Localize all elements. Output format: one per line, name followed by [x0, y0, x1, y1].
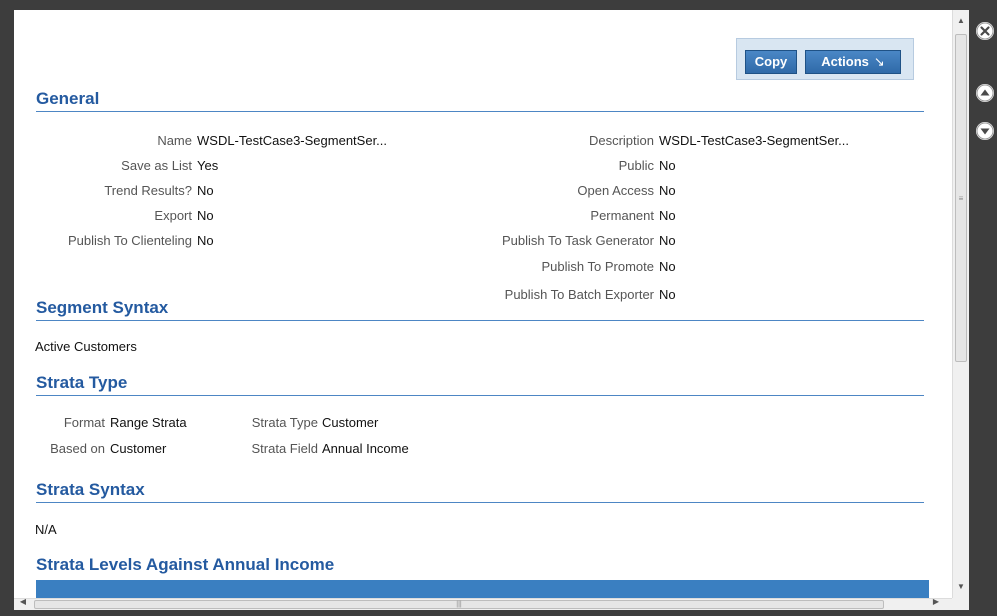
scroll-right-arrow-icon[interactable]: ▶ — [929, 597, 943, 606]
label-strata-field: Strata Field — [251, 441, 318, 456]
dialog-content: Copy Actions ↘ General Name WSDL-TestCase… — [14, 10, 952, 598]
actions-button[interactable]: Actions ↘ — [805, 50, 901, 74]
label-format: Format — [63, 415, 105, 430]
section-title-strata-levels: Strata Levels Against Annual Income — [36, 555, 335, 574]
section-title-strata-syntax: Strata Syntax — [36, 480, 924, 503]
vertical-scrollbar[interactable]: ▲ ≡ ▼ — [952, 10, 969, 598]
vertical-scroll-thumb[interactable]: ≡ — [955, 34, 967, 362]
label-public: Public — [618, 158, 654, 173]
toolbar: Copy Actions ↘ — [736, 38, 914, 80]
label-publish-to-promote: Publish To Promote — [541, 259, 655, 274]
copy-button[interactable]: Copy — [745, 50, 797, 74]
section-title-strata-type: Strata Type — [36, 373, 924, 396]
value-based-on: Customer — [110, 441, 167, 456]
value-public: No — [659, 158, 676, 173]
value-publish-to-task-generator: No — [659, 233, 676, 248]
scrollbar-corner — [952, 598, 969, 610]
value-open-access: No — [659, 183, 676, 198]
scroll-up-arrow-icon[interactable]: ▲ — [953, 12, 969, 29]
value-strata-type: Customer — [322, 415, 379, 430]
label-open-access: Open Access — [577, 183, 654, 198]
value-name: WSDL-TestCase3-SegmentSer... — [197, 133, 388, 148]
label-permanent: Permanent — [590, 208, 654, 223]
segment-details-dialog: Copy Actions ↘ General Name WSDL-TestCase… — [14, 10, 969, 610]
label-publish-to-clienteling: Publish To Clienteling — [67, 233, 192, 248]
value-save-as-list: Yes — [197, 158, 219, 173]
strata-levels-table-header — [36, 580, 929, 598]
label-publish-to-task-generator: Publish To Task Generator — [502, 233, 654, 248]
label-save-as-list: Save as List — [121, 158, 192, 173]
segment-syntax-value: Active Customers — [35, 339, 137, 354]
value-permanent: No — [659, 208, 676, 223]
value-format: Range Strata — [110, 415, 187, 430]
scroll-down-arrow-icon[interactable]: ▼ — [953, 578, 969, 595]
scroll-down-icon[interactable] — [976, 122, 994, 140]
close-icon[interactable] — [976, 22, 994, 40]
value-description: WSDL-TestCase3-SegmentSer... — [659, 133, 850, 148]
value-publish-to-promote: No — [659, 259, 676, 274]
horizontal-scroll-thumb[interactable]: ||| — [34, 600, 884, 609]
label-trend-results: Trend Results? — [104, 183, 192, 198]
value-publish-to-clienteling: No — [197, 233, 214, 248]
section-title-segment-syntax: Segment Syntax — [36, 298, 924, 321]
label-description: Description — [588, 133, 654, 148]
strata-syntax-value: N/A — [35, 522, 57, 537]
section-title-general: General — [36, 89, 924, 112]
scroll-left-arrow-icon[interactable]: ◀ — [16, 597, 30, 606]
horizontal-scrollbar[interactable]: ◀ ||| ▶ — [14, 597, 952, 610]
value-strata-field: Annual Income — [322, 441, 409, 456]
actions-arrow-icon: ↘ — [873, 54, 885, 69]
label-based-on: Based on — [50, 441, 105, 456]
actions-label: Actions — [821, 54, 869, 69]
scroll-up-icon[interactable] — [976, 84, 994, 102]
label-strata-type: Strata Type — [251, 415, 318, 430]
value-trend-results: No — [197, 183, 214, 198]
label-name: Name — [157, 133, 192, 148]
value-export: No — [197, 208, 214, 223]
label-export: Export — [154, 208, 192, 223]
